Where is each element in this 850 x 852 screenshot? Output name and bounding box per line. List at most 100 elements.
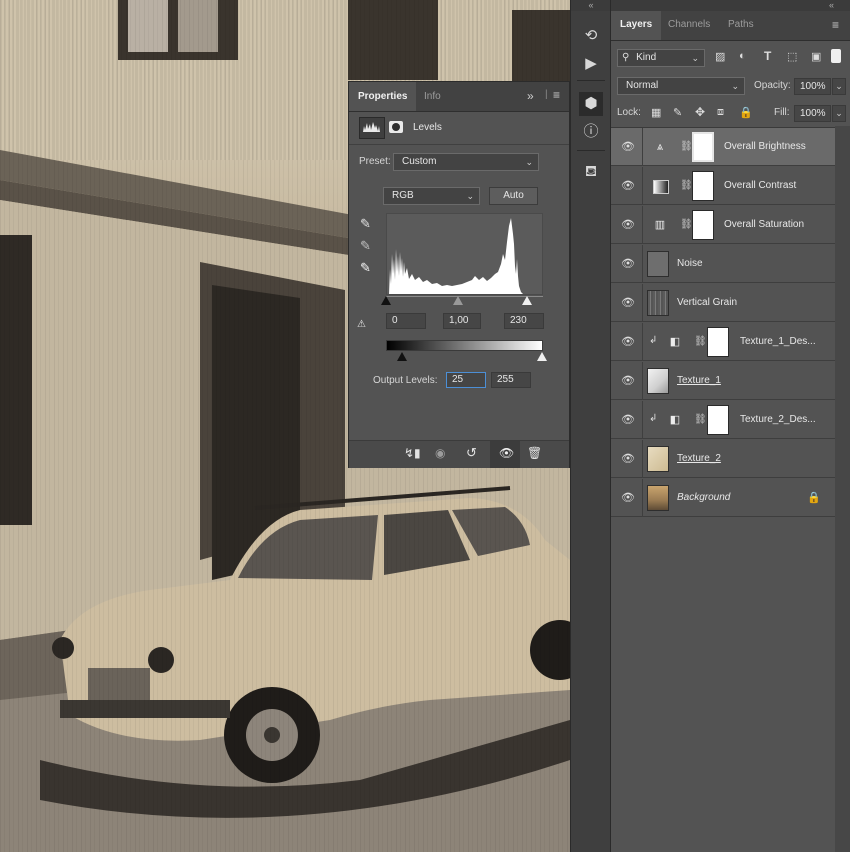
layer-mask-icon[interactable] [385,117,407,137]
trash-icon[interactable]: 🗑 [527,446,542,460]
gray-point-eyedropper-icon[interactable]: ✎ [360,238,371,254]
view-previous-state-icon[interactable]: ◉ [435,446,445,460]
tab-properties[interactable]: Properties [349,82,417,111]
layer-row[interactable]: 👁 ↲ ◧ ⛓ Texture_1_Des... [611,323,835,361]
filter-toggle-switch[interactable] [831,49,841,63]
layer-row[interactable]: 👁 Texture_1 [611,362,835,400]
output-black-handle[interactable] [397,352,407,361]
layer-filter-dropdown[interactable]: ⚲ Kind ⌄ [617,49,705,67]
eye-icon[interactable]: 👁 [619,335,637,349]
layer-row[interactable]: 👁 Texture_2 [611,440,835,478]
clipping-warning-icon[interactable]: ⚠ [357,319,366,330]
lock-icon: 🔒 [807,492,821,504]
panel-menu-icon[interactable]: ≡ [832,18,839,32]
channel-dropdown[interactable]: RGB ⌄ [383,187,480,205]
eye-icon[interactable]: 👁 [619,296,637,310]
clone-source-icon[interactable]: ⛾ [571,160,611,184]
eye-icon[interactable]: 👁 [619,179,637,193]
smart-object-thumbnail[interactable] [647,368,669,394]
layers-scrollbar[interactable] [835,126,850,852]
layer-mask-thumbnail[interactable] [707,405,729,435]
tab-info[interactable]: Info [415,82,450,111]
divider [577,150,605,151]
black-point-eyedropper-icon[interactable]: ✎ [360,216,371,232]
lock-pixels-icon[interactable]: ✎ [673,106,682,119]
lock-all-icon[interactable]: 🔒 [739,106,753,119]
eye-icon[interactable]: 👁 [619,413,637,427]
filter-kind-value: Kind [636,52,657,63]
clip-to-layer-icon[interactable]: ↯▮ [404,446,421,460]
layer-thumbnail[interactable] [647,290,669,316]
input-black-field[interactable]: 0 [386,313,426,329]
layer-name: Overall Brightness [724,141,806,152]
collapse-panel-icon[interactable]: « [829,0,834,11]
lock-position-icon[interactable]: ✥ [695,105,705,119]
layer-row[interactable]: 👁 Background 🔒 [611,479,835,517]
lock-artboard-icon[interactable]: ⧈ [717,106,724,119]
layer-thumbnail[interactable] [647,485,669,511]
tab-channels[interactable]: Channels [659,11,719,40]
layer-row[interactable]: 👁 ⛓ Overall Contrast [611,167,835,205]
link-icon[interactable]: ⛓ [694,413,707,427]
blend-mode-dropdown[interactable]: Normal ⌄ [617,77,745,95]
output-black-field[interactable]: 25 [446,372,486,388]
smart-object-filter-icon[interactable]: ▣ [811,50,821,63]
visibility-toggle[interactable]: 👁 [490,441,520,468]
layer-thumbnail[interactable] [647,251,669,277]
eye-icon[interactable]: 👁 [619,257,637,271]
play-icon[interactable]: ▶ [571,52,611,76]
output-white-handle[interactable] [537,352,547,361]
preset-value: Custom [402,156,437,167]
layer-row[interactable]: 👁 ↲ ◧ ⛓ Texture_2_Des... [611,401,835,439]
input-white-field[interactable]: 230 [504,313,544,329]
levels-adjustment-icon[interactable] [359,117,385,139]
tab-paths[interactable]: Paths [719,11,763,40]
layer-row[interactable]: 👁 Vertical Grain [611,284,835,322]
layer-row[interactable]: 👁 ⩓ ⛓ Overall Brightness [611,128,835,166]
input-gamma-handle[interactable] [453,296,463,305]
white-point-eyedropper-icon[interactable]: ✎ [360,260,371,276]
fill-field[interactable]: 100% [794,105,831,122]
link-icon[interactable]: ⛓ [694,335,707,349]
collapse-panel-icon[interactable]: » [527,89,534,103]
link-icon[interactable]: ⛓ [680,179,693,193]
preset-dropdown[interactable]: Custom ⌄ [393,153,539,171]
opacity-chevron-icon[interactable]: ⌄ [832,78,846,95]
layer-mask-thumbnail[interactable] [692,171,714,201]
eye-icon[interactable]: 👁 [619,374,637,388]
eye-icon[interactable]: 👁 [619,452,637,466]
adjustment-filter-icon[interactable]: ◐ [739,50,746,62]
properties-panel[interactable]: Properties Info » | ≡ Levels Preset: Cus… [348,81,570,468]
link-icon[interactable]: ⛓ [680,218,693,232]
info-icon[interactable]: ⓘ [571,120,611,144]
link-icon[interactable]: ⛓ [680,140,693,154]
eye-icon[interactable]: 👁 [619,218,637,232]
eye-icon[interactable]: 👁 [619,140,637,154]
layer-row[interactable]: 👁 Noise [611,245,835,283]
layer-row[interactable]: 👁 ▥ ⛓ Overall Saturation [611,206,835,244]
collapse-strip-icon[interactable]: « [571,0,611,11]
fill-chevron-icon[interactable]: ⌄ [832,105,846,122]
properties-cube-icon[interactable]: ⬢ [579,92,603,116]
input-gamma-field[interactable]: 1,00 [443,313,481,329]
reset-icon[interactable]: ↺ [466,445,477,461]
panel-menu-icon[interactable]: ≡ [553,88,560,102]
properties-bottom-toolbar: ↯▮ ◉ ↺ 👁 🗑 [349,440,569,468]
layer-mask-thumbnail[interactable] [692,132,714,162]
eye-icon[interactable]: 👁 [619,491,637,505]
pixel-filter-icon[interactable]: ▨ [715,50,725,63]
opacity-field[interactable]: 100% [794,78,831,95]
input-black-handle[interactable] [381,296,391,305]
type-filter-icon[interactable]: T [764,49,771,63]
layers-panel[interactable]: « Layers Channels Paths ≡ ⚲ Kind ⌄ ▨ ◐ T… [610,0,850,852]
history-icon[interactable]: ⟲ [571,24,611,48]
output-white-field[interactable]: 255 [491,372,531,388]
layer-mask-thumbnail[interactable] [707,327,729,357]
auto-button[interactable]: Auto [489,187,538,205]
lock-transparent-icon[interactable]: ▦ [651,106,661,119]
input-white-handle[interactable] [522,296,532,305]
tab-layers[interactable]: Layers [611,11,662,40]
smart-object-thumbnail[interactable] [647,446,669,472]
shape-filter-icon[interactable]: ⬚ [787,50,797,63]
layer-mask-thumbnail[interactable] [692,210,714,240]
